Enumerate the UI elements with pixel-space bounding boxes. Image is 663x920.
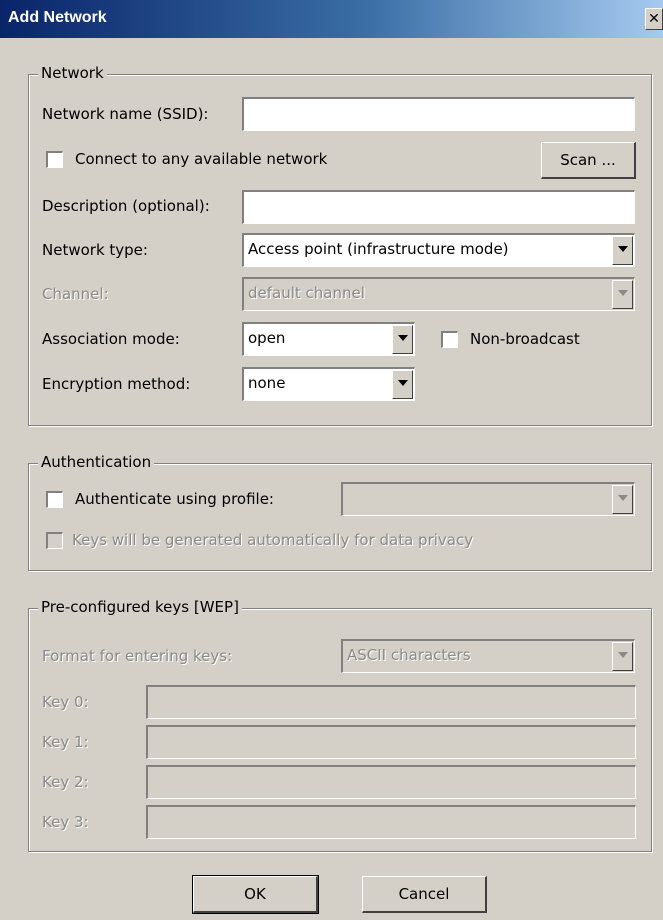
key-3-input[interactable] <box>146 805 636 839</box>
key-1-label: Key 1: <box>42 733 89 751</box>
non-broadcast-label: Non-broadcast <box>470 330 580 348</box>
chevron-down-icon <box>398 335 408 341</box>
chevron-down-icon <box>618 495 628 501</box>
encryption-method-select[interactable]: none <box>242 367 415 401</box>
channel-value: default channel <box>248 284 365 302</box>
keys-auto-checkbox[interactable] <box>46 532 63 549</box>
encryption-method-label: Encryption method: <box>42 375 191 393</box>
cancel-button-label: Cancel <box>398 885 450 903</box>
auth-profile-checkbox[interactable] <box>46 491 63 508</box>
network-type-select[interactable]: Access point (infrastructure mode) <box>242 233 635 267</box>
ssid-label: Network name (SSID): <box>42 105 209 123</box>
key-0-input[interactable] <box>146 685 636 719</box>
encryption-method-value: none <box>248 374 286 392</box>
network-legend: Network <box>38 64 107 82</box>
key-format-dropdown-button[interactable] <box>612 642 633 671</box>
key-0-label: Key 0: <box>42 693 89 711</box>
ssid-input[interactable] <box>242 97 635 131</box>
chevron-down-icon <box>618 652 628 658</box>
key-format-value: ASCII characters <box>347 646 471 664</box>
title-bar[interactable]: Add Network ✕ <box>0 0 663 38</box>
description-label: Description (optional): <box>42 197 210 215</box>
channel-dropdown-button[interactable] <box>612 280 633 309</box>
window-title: Add Network <box>8 9 107 26</box>
ok-button-label: OK <box>244 885 266 903</box>
association-mode-value: open <box>248 329 286 347</box>
network-type-dropdown-button[interactable] <box>612 236 633 265</box>
key-3-label: Key 3: <box>42 813 89 831</box>
add-network-dialog: Add Network ✕ Network Network name (SSID… <box>0 0 663 920</box>
network-type-label: Network type: <box>42 241 148 259</box>
network-type-value: Access point (infrastructure mode) <box>248 240 509 258</box>
key-2-input[interactable] <box>146 765 636 799</box>
association-mode-dropdown-button[interactable] <box>392 325 413 354</box>
ok-button[interactable]: OK <box>192 875 319 914</box>
key-format-select[interactable]: ASCII characters <box>341 639 635 673</box>
description-input[interactable] <box>242 190 635 224</box>
connect-any-label: Connect to any available network <box>75 150 328 168</box>
keys-auto-label: Keys will be generated automatically for… <box>72 531 474 549</box>
close-icon: ✕ <box>648 11 660 27</box>
scan-button[interactable]: Scan ... <box>541 142 636 179</box>
auth-profile-select[interactable] <box>341 482 635 516</box>
close-button[interactable]: ✕ <box>645 8 663 30</box>
encryption-method-dropdown-button[interactable] <box>392 370 413 399</box>
non-broadcast-checkbox[interactable] <box>441 331 458 348</box>
association-mode-select[interactable]: open <box>242 322 415 356</box>
association-mode-label: Association mode: <box>42 330 180 348</box>
key-1-input[interactable] <box>146 725 636 759</box>
cancel-button[interactable]: Cancel <box>362 876 487 913</box>
authentication-group: Authentication <box>28 453 652 571</box>
key-format-label: Format for entering keys: <box>42 647 233 665</box>
connect-any-checkbox[interactable] <box>46 151 63 168</box>
auth-profile-dropdown-button[interactable] <box>612 485 633 514</box>
key-2-label: Key 2: <box>42 773 89 791</box>
chevron-down-icon <box>618 246 628 252</box>
chevron-down-icon <box>398 380 408 386</box>
chevron-down-icon <box>618 290 628 296</box>
channel-select[interactable]: default channel <box>242 277 635 311</box>
wep-legend: Pre-configured keys [WEP] <box>38 598 242 616</box>
auth-profile-label: Authenticate using profile: <box>75 490 274 508</box>
channel-label: Channel: <box>42 285 109 303</box>
authentication-legend: Authentication <box>38 453 155 471</box>
scan-button-label: Scan ... <box>560 151 616 169</box>
